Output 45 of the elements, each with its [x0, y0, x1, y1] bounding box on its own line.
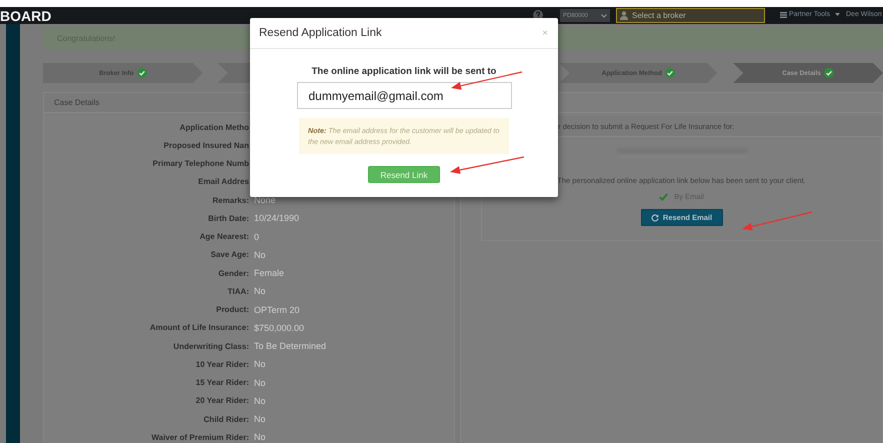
field-label: Email Addres	[197, 177, 249, 186]
check-circle-icon	[136, 68, 147, 78]
field-label: Application Metho	[178, 122, 249, 132]
pointer-arrow	[742, 211, 812, 231]
field-label: Primary Telephone Numb	[152, 159, 249, 168]
person-icon	[620, 11, 628, 20]
brand-name: BOARD	[0, 8, 52, 24]
field-value: To Be Determined	[254, 341, 326, 352]
field-label: Waiver of Premium Rider:	[150, 432, 249, 442]
check-circle-icon	[664, 68, 675, 78]
field-label: Underwriting Class:	[172, 342, 249, 351]
chevron-down-icon	[601, 14, 607, 18]
check-circle-icon	[824, 68, 834, 78]
field-label: Amount of Life Insurance:	[148, 323, 249, 332]
field-value: No	[254, 414, 266, 424]
field-value: No	[254, 396, 266, 406]
field-label: Child Rider:	[202, 414, 249, 424]
prompt-text: The online application link will be sent to	[312, 66, 496, 77]
field-value: 0	[254, 232, 260, 242]
field-label: Remarks:	[212, 196, 249, 205]
email-field[interactable]: dummyemail@gmail.com	[296, 82, 512, 109]
field-value: No	[254, 378, 266, 388]
field-value: No	[254, 359, 266, 370]
field-label: Proposed Insured Nan	[162, 140, 249, 150]
field-label: Age Nearest:	[198, 232, 249, 242]
field-value: No	[254, 432, 266, 442]
field-value: $750,000.00	[254, 322, 304, 333]
field-label: Gender:	[217, 268, 249, 278]
field-value: No	[254, 250, 266, 260]
field-label: Save Age:	[210, 250, 249, 260]
field-value: No	[254, 286, 266, 296]
field-label: TIAA:	[226, 286, 249, 296]
modal-title: Resend Application Link	[259, 27, 382, 39]
field-label: 15 Year Rider:	[194, 378, 249, 388]
field-value: OPTerm 20	[254, 304, 300, 315]
field-value: 10/24/1990	[254, 213, 300, 224]
field-label: Birth Date:	[207, 214, 249, 223]
field-label: Product:	[215, 305, 249, 314]
field-label: 10 Year Rider:	[194, 360, 249, 369]
refresh-icon	[650, 214, 659, 222]
field-label: 20 Year Rider:	[194, 396, 249, 406]
caret-icon	[835, 13, 840, 16]
field-value: Female	[254, 268, 284, 278]
broker-field[interactable]: Select a broker	[616, 8, 765, 23]
field-value: None	[254, 195, 276, 206]
